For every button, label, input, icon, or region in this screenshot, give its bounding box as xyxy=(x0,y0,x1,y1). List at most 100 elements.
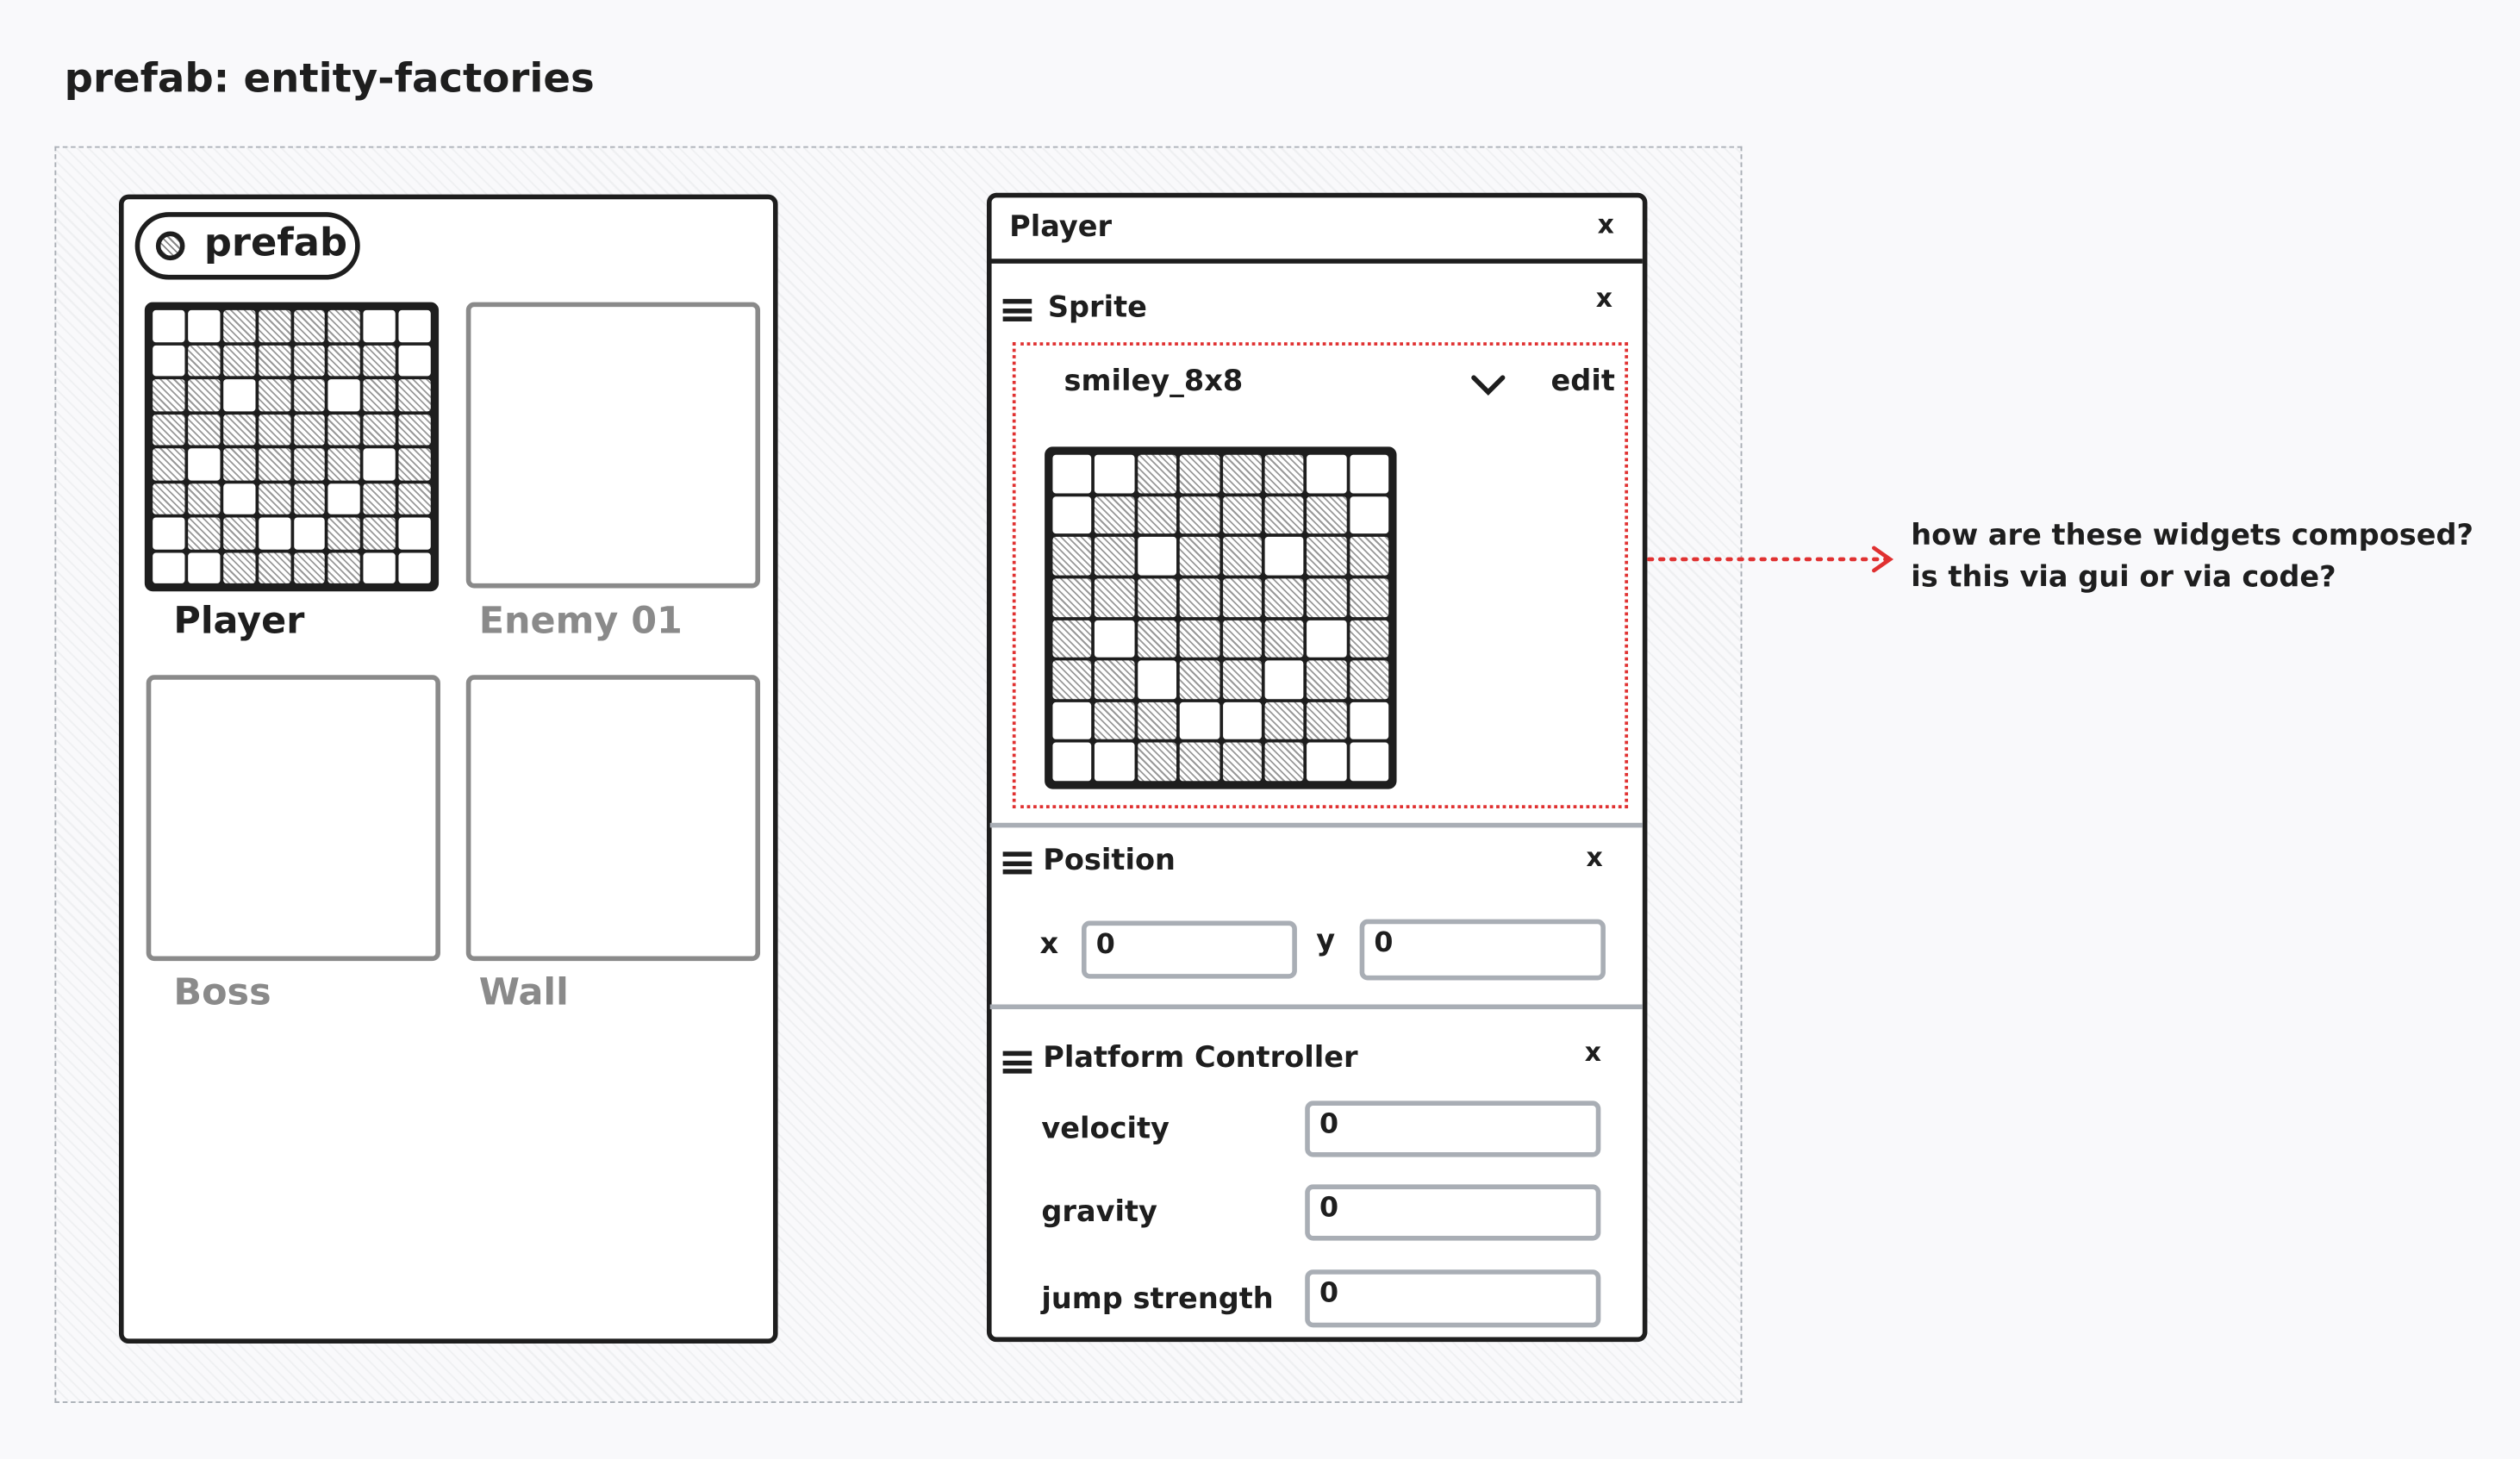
pixel-filled xyxy=(328,309,361,342)
velocity-input[interactable]: 0 xyxy=(1305,1100,1601,1157)
gravity-label: gravity xyxy=(1041,1195,1157,1230)
pixel-filled xyxy=(1095,537,1135,576)
pixel-filled xyxy=(1222,743,1262,782)
pixel-empty xyxy=(328,379,361,411)
pixel-filled xyxy=(258,414,290,446)
pixel-filled xyxy=(222,552,255,583)
pixel-empty xyxy=(1052,743,1092,782)
pixel-empty xyxy=(363,552,396,583)
position-close-icon[interactable]: x xyxy=(1587,842,1603,872)
prefab-icon xyxy=(155,231,185,261)
pixel-filled xyxy=(1095,701,1135,740)
position-y-input[interactable]: 0 xyxy=(1359,919,1606,981)
pixel-empty xyxy=(153,552,185,583)
prefab-thumbnail-enemy-01[interactable] xyxy=(465,302,761,589)
pixel-filled xyxy=(1222,496,1262,534)
pixel-empty xyxy=(398,344,431,377)
prefab-label-boss[interactable]: Boss xyxy=(173,972,271,1013)
pixel-filled xyxy=(187,344,221,377)
pixel-filled xyxy=(398,483,431,514)
inspector-title: Player xyxy=(1009,210,1113,245)
pixel-filled xyxy=(363,483,396,514)
pixel-filled xyxy=(1264,619,1304,658)
pixel-empty xyxy=(187,552,221,583)
pixel-filled xyxy=(1179,578,1219,617)
jump-strength-input[interactable]: 0 xyxy=(1305,1269,1601,1328)
pixel-filled xyxy=(187,483,221,514)
pixel-filled xyxy=(328,552,361,583)
pixel-filled xyxy=(363,517,396,549)
prefab-thumbnail-player[interactable] xyxy=(144,302,440,592)
drag-handle-icon[interactable] xyxy=(1002,1051,1032,1074)
pixel-filled xyxy=(398,448,431,480)
pixel-filled xyxy=(1179,660,1219,699)
pixel-empty xyxy=(153,517,185,549)
pixel-filled xyxy=(1222,537,1262,576)
prefab-label-wall[interactable]: Wall xyxy=(479,972,569,1013)
pixel-empty xyxy=(363,448,396,480)
pixel-filled xyxy=(258,448,290,480)
sprite-preview xyxy=(1045,446,1397,789)
position-y-label: y xyxy=(1316,924,1336,958)
pixel-empty xyxy=(1052,701,1092,740)
pixel-filled xyxy=(293,414,326,446)
pixel-empty xyxy=(1052,496,1092,534)
prefab-label-player[interactable]: Player xyxy=(173,601,304,642)
pixel-filled xyxy=(1137,701,1177,740)
pixel-filled xyxy=(328,517,361,549)
pixel-empty xyxy=(153,309,185,342)
pixel-filled xyxy=(1307,496,1347,534)
pixel-empty xyxy=(1095,454,1135,493)
pixel-empty xyxy=(222,483,255,514)
annotation-note: how are these widgets composed? is this … xyxy=(1911,516,2473,600)
position-x-input[interactable]: 0 xyxy=(1082,920,1297,979)
edit-sprite-button[interactable]: edit xyxy=(1551,365,1615,398)
pixel-filled xyxy=(258,309,290,342)
sprite-close-icon[interactable]: x xyxy=(1596,283,1612,313)
pixel-filled xyxy=(1307,537,1347,576)
pixel-filled xyxy=(258,552,290,583)
drag-handle-icon[interactable] xyxy=(1002,298,1032,321)
prefab-thumbnail-wall[interactable] xyxy=(465,675,761,962)
pixel-filled xyxy=(1264,743,1304,782)
inspector-close-icon[interactable]: x xyxy=(1598,209,1614,239)
pixel-filled xyxy=(222,309,255,342)
pixel-filled xyxy=(1052,660,1092,699)
pixel-filled xyxy=(1095,660,1135,699)
pixel-filled xyxy=(328,414,361,446)
pixel-filled xyxy=(187,379,221,411)
gravity-input[interactable]: 0 xyxy=(1305,1184,1601,1241)
pixel-empty xyxy=(1222,701,1262,740)
prefab-badge[interactable]: prefab xyxy=(134,212,360,280)
sprite-select[interactable]: smiley_8x8 xyxy=(1064,365,1243,398)
pixel-empty xyxy=(1349,743,1389,782)
pixel-filled xyxy=(222,344,255,377)
pixel-filled xyxy=(1179,496,1219,534)
drag-handle-icon[interactable] xyxy=(1002,851,1032,875)
position-x-label: x xyxy=(1039,926,1059,962)
pixel-empty xyxy=(1095,743,1135,782)
pixel-filled xyxy=(398,414,431,446)
pixel-filled xyxy=(1052,578,1092,617)
platform-controller-close-icon[interactable]: x xyxy=(1585,1037,1601,1067)
pixel-filled xyxy=(187,414,221,446)
jump-strength-label: jump strength xyxy=(1041,1282,1274,1317)
sprite-section-title: Sprite xyxy=(1047,290,1147,325)
prefab-label-enemy-01[interactable]: Enemy 01 xyxy=(479,601,683,642)
pixel-filled xyxy=(293,552,326,583)
chevron-down-icon[interactable] xyxy=(1470,374,1506,396)
pixel-empty xyxy=(1307,454,1347,493)
pixel-filled xyxy=(1349,578,1389,617)
pixel-filled xyxy=(293,379,326,411)
pixel-filled xyxy=(1222,660,1262,699)
pixel-empty xyxy=(398,309,431,342)
pixel-filled xyxy=(1307,578,1347,617)
pixel-empty xyxy=(328,483,361,514)
pixel-filled xyxy=(153,414,185,446)
pixel-filled xyxy=(258,344,290,377)
pixel-empty xyxy=(398,517,431,549)
pixel-filled xyxy=(1179,743,1219,782)
prefab-thumbnail-boss[interactable] xyxy=(146,675,440,962)
pixel-filled xyxy=(153,379,185,411)
pixel-empty xyxy=(1307,743,1347,782)
